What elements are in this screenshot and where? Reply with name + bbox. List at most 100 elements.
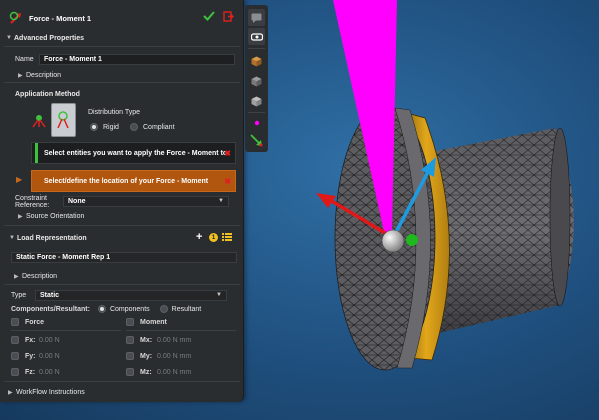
mx-label: Mx: (140, 336, 153, 344)
description-toggle[interactable]: ▶ Description (0, 70, 243, 80)
box-view-button-2[interactable] (248, 73, 265, 90)
mz-value[interactable]: 0.00 N mm (157, 369, 191, 376)
type-row: Type Static ▼ (0, 290, 243, 301)
moment-label: Moment (140, 318, 167, 326)
fx-value[interactable]: 0.00 N (39, 337, 60, 344)
box-view-button-3[interactable] (248, 93, 265, 110)
components-resultant-label: Components/Resultant: (11, 305, 90, 313)
compliant-label: Compliant (143, 123, 175, 131)
cylinder-part[interactable] (430, 127, 574, 335)
fz-row[interactable]: Fz: 0.00 N (11, 368, 60, 376)
active-step-arrow-icon: ▶ (16, 175, 23, 184)
fz-label: Fz: (25, 368, 36, 376)
point-button[interactable] (248, 114, 265, 131)
entity-selection-text: Select entities you want to apply the Fo… (44, 149, 228, 157)
cancel-exit-icon[interactable] (223, 11, 234, 22)
box-view-button-1[interactable] (248, 53, 265, 70)
name-input[interactable]: Force - Moment 1 (39, 54, 235, 65)
selection-indicator (35, 171, 38, 191)
clear-selection-icon[interactable]: ✖ (224, 149, 231, 158)
divider (126, 330, 236, 331)
source-orientation-toggle[interactable]: ▶ Source Orientation (0, 211, 243, 221)
divider (4, 225, 240, 226)
fy-label: Fy: (25, 352, 36, 360)
components-resultant-row: Components/Resultant: Components Resulta… (0, 304, 243, 314)
force-toggle[interactable]: Force (11, 318, 44, 326)
representation-name-field[interactable]: Static Force - Moment Rep 1 (11, 252, 237, 263)
expand-caret-icon: ▶ (14, 273, 19, 280)
moment-toggle[interactable]: Moment (126, 318, 167, 326)
divider (4, 46, 240, 47)
workflow-instructions-toggle[interactable]: ▶ WorkFlow Instructions (0, 387, 243, 397)
type-select[interactable]: Static ▼ (35, 290, 227, 301)
rigid-option[interactable]: Rigid (90, 123, 119, 131)
location-selection-box[interactable]: Select/define the location of your Force… (31, 170, 236, 192)
rep-description-toggle[interactable]: ▶ Description (0, 271, 243, 281)
collapse-caret-icon: ▼ (6, 35, 12, 41)
force-display-button[interactable] (248, 132, 265, 149)
name-row: Name Force - Moment 1 (0, 54, 243, 65)
distributed-load-button[interactable] (51, 103, 76, 137)
mx-row[interactable]: Mx: 0.00 N mm (126, 336, 191, 344)
entity-selection-box[interactable]: Select entities you want to apply the Fo… (31, 142, 236, 164)
selection-indicator (35, 143, 38, 163)
force-arrow-icon (250, 134, 263, 147)
clear-location-icon[interactable]: ✖ (224, 177, 231, 186)
fz-checkbox[interactable] (11, 368, 19, 376)
resultant-radio[interactable] (159, 305, 168, 313)
mz-row[interactable]: Mz: 0.00 N mm (126, 368, 191, 376)
mx-value[interactable]: 0.00 N mm (157, 337, 191, 344)
divider (248, 48, 265, 49)
advanced-properties-header[interactable]: ▼ Advanced Properties (0, 33, 243, 43)
my-checkbox[interactable] (126, 352, 134, 360)
source-orientation-label: Source Orientation (26, 212, 85, 220)
components-radio[interactable] (97, 305, 106, 313)
compliant-radio[interactable] (130, 123, 138, 131)
force-checkbox[interactable] (11, 318, 19, 326)
dropdown-arrow-icon: ▼ (216, 292, 222, 298)
my-label: My: (140, 352, 153, 360)
fx-row[interactable]: Fx: 0.00 N (11, 336, 60, 344)
constraint-reference-value: None (68, 198, 86, 205)
dropdown-arrow-icon: ▼ (218, 198, 224, 204)
type-label: Type (11, 292, 27, 299)
fx-checkbox[interactable] (11, 336, 19, 344)
load-representation-header[interactable]: ▼ Load Representation (0, 233, 243, 243)
fy-checkbox[interactable] (11, 352, 19, 360)
mx-checkbox[interactable] (126, 336, 134, 344)
compliant-option[interactable]: Compliant (130, 123, 175, 131)
add-icon[interactable]: + (196, 231, 202, 243)
collapse-caret-icon: ▼ (9, 235, 15, 241)
name-value: Force - Moment 1 (44, 56, 102, 63)
link-button[interactable] (248, 28, 265, 45)
fz-value[interactable]: 0.00 N (39, 369, 60, 376)
dialog-header: Force - Moment 1 (0, 8, 243, 28)
constraint-reference-select[interactable]: None ▼ (63, 196, 229, 207)
chat-icon (251, 13, 262, 23)
fy-row[interactable]: Fy: 0.00 N (11, 352, 60, 360)
ok-checkmark-icon[interactable] (203, 10, 215, 22)
rigid-radio[interactable] (90, 123, 98, 131)
divider (4, 82, 240, 83)
point-load-icon[interactable] (30, 113, 48, 129)
mz-checkbox[interactable] (126, 368, 134, 376)
cube-icon (251, 76, 262, 87)
fx-label: Fx: (25, 336, 36, 344)
my-row[interactable]: My: 0.00 N mm (126, 352, 191, 360)
description-label: Description (22, 272, 58, 280)
chat-button[interactable] (248, 9, 265, 26)
constraint-reference-label: Constraint Reference: (15, 194, 50, 209)
section-label: Load Representation (17, 234, 87, 242)
my-value[interactable]: 0.00 N mm (157, 353, 191, 360)
mz-label: Mz: (140, 368, 152, 376)
rigid-label: Rigid (103, 123, 119, 131)
properties-panel: Force - Moment 1 ▼ Advanced Properties N… (0, 0, 244, 402)
divider (248, 112, 265, 113)
distribution-type-label: Distribution Type (88, 109, 141, 116)
distributed-load-icon (57, 111, 69, 129)
list-icon[interactable] (222, 232, 232, 242)
fy-value[interactable]: 0.00 N (39, 353, 60, 360)
cube-icon (251, 56, 262, 67)
application-method-label: Application Method (0, 89, 243, 99)
moment-checkbox[interactable] (126, 318, 134, 326)
